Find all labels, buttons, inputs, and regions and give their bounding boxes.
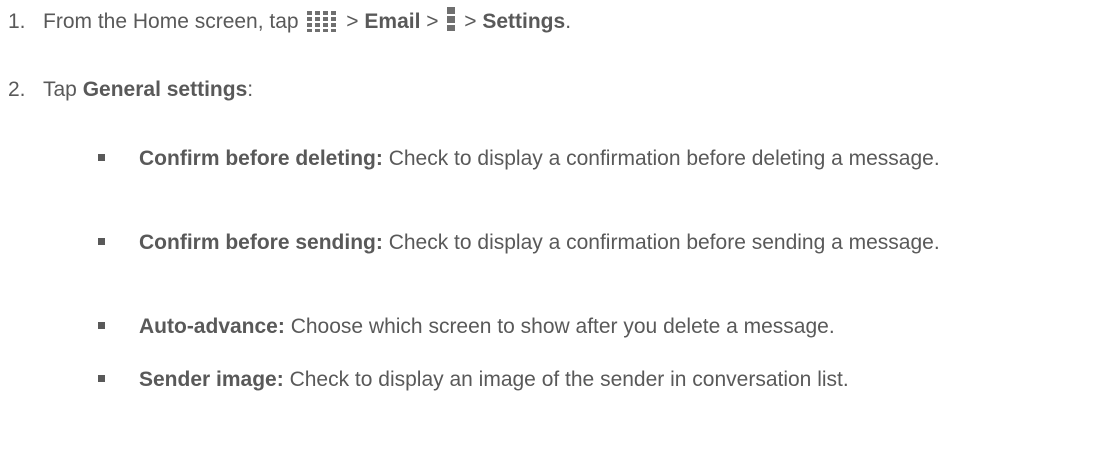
option-description: Check to display a confirmation before s… (388, 231, 940, 254)
step-number: 2. (8, 78, 26, 101)
bullet-icon (98, 238, 105, 245)
list-item-text: Sender image: Check to display an image … (139, 363, 1089, 397)
general-settings-label: General settings (82, 78, 248, 101)
step-text: From the Home screen, tap (43, 10, 299, 33)
punctuation: : (247, 78, 254, 101)
option-term: Sender image: (139, 368, 284, 391)
separator: > (346, 10, 359, 33)
list-item-text: Confirm before sending: Check to display… (139, 226, 1089, 260)
option-term: Auto-advance: (139, 315, 285, 338)
step-body: From the Home screen, tap > Email > > Se… (43, 7, 572, 33)
document: 1. From the Home screen, tap > Email > >… (0, 0, 1101, 457)
option-term: Confirm before sending: (139, 231, 383, 254)
step-number: 1. (8, 10, 26, 33)
punctuation: . (565, 10, 572, 33)
separator: > (426, 10, 439, 33)
step-body: Tap General settings: (43, 78, 253, 101)
option-description: Choose which screen to show after you de… (290, 315, 835, 338)
list-item-text: Confirm before deleting: Check to displa… (139, 142, 1089, 176)
step-2: 2. Tap General settings: (8, 76, 253, 104)
bullet-icon (98, 154, 105, 161)
menu-icon (446, 6, 456, 32)
separator: > (464, 10, 477, 33)
apps-grid-icon (306, 10, 338, 32)
step-1: 1. From the Home screen, tap > Email > >… (8, 6, 571, 36)
option-description: Check to display an image of the sender … (289, 368, 849, 391)
list-item-text: Auto-advance: Choose which screen to sho… (139, 310, 1089, 344)
settings-label: Settings (482, 10, 566, 33)
email-label: Email (364, 10, 421, 33)
bullet-icon (98, 375, 105, 382)
option-term: Confirm before deleting: (139, 147, 383, 170)
option-description: Check to display a confirmation before d… (388, 147, 940, 170)
step-text: Tap (43, 78, 77, 101)
bullet-icon (98, 322, 105, 329)
